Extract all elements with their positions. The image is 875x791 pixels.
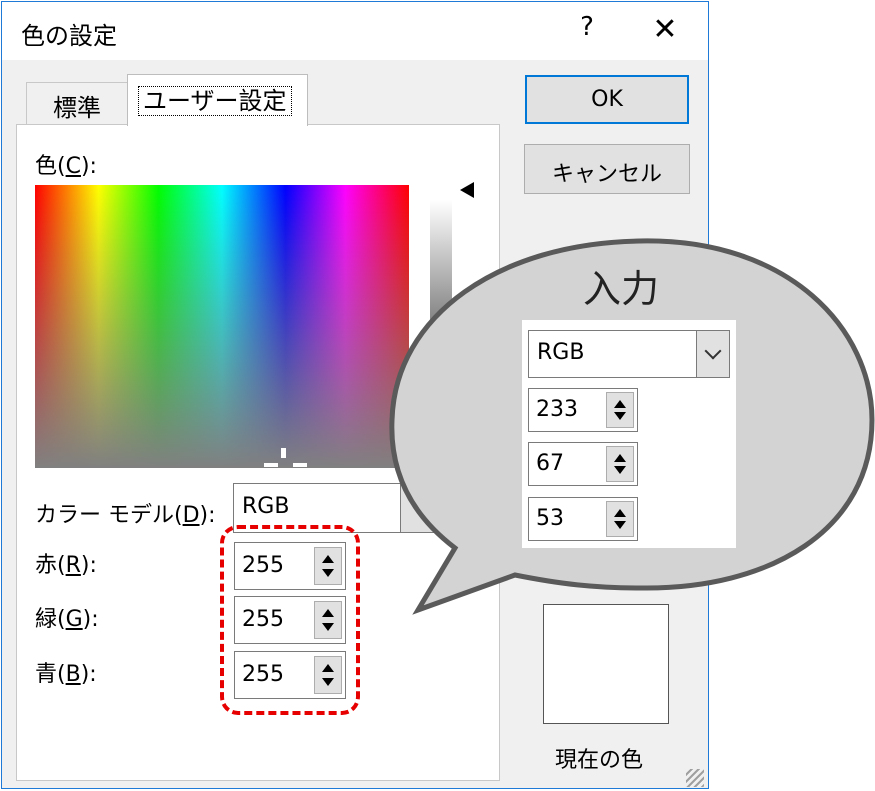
callout-blue-spin[interactable]	[606, 501, 634, 537]
tab-custom[interactable]: ユーザー設定	[127, 74, 308, 126]
callout-red-value[interactable]: 233	[536, 397, 578, 422]
spin-up-icon[interactable]	[614, 400, 626, 408]
callout-green-spin[interactable]	[606, 446, 634, 482]
spin-down-icon[interactable]	[614, 412, 626, 420]
callout-green-value[interactable]: 67	[536, 451, 564, 476]
spin-up-icon[interactable]	[614, 454, 626, 462]
tab-custom-label: ユーザー設定	[138, 86, 292, 116]
chevron-down-icon	[704, 342, 722, 360]
callout-green-stepper[interactable]: 67	[528, 442, 638, 486]
spin-up-icon[interactable]	[614, 509, 626, 517]
callout-title: 入力	[583, 267, 660, 311]
spin-down-icon[interactable]	[614, 466, 626, 474]
callout-blue-stepper[interactable]: 53	[528, 497, 638, 541]
callout-red-stepper[interactable]: 233	[528, 388, 638, 432]
spin-down-icon[interactable]	[614, 521, 626, 529]
callout-red-spin[interactable]	[606, 392, 634, 428]
callout-model-dropdown[interactable]	[696, 330, 730, 378]
callout-blue-value[interactable]: 53	[536, 506, 564, 531]
callout-model-select[interactable]: RGB	[528, 330, 698, 378]
